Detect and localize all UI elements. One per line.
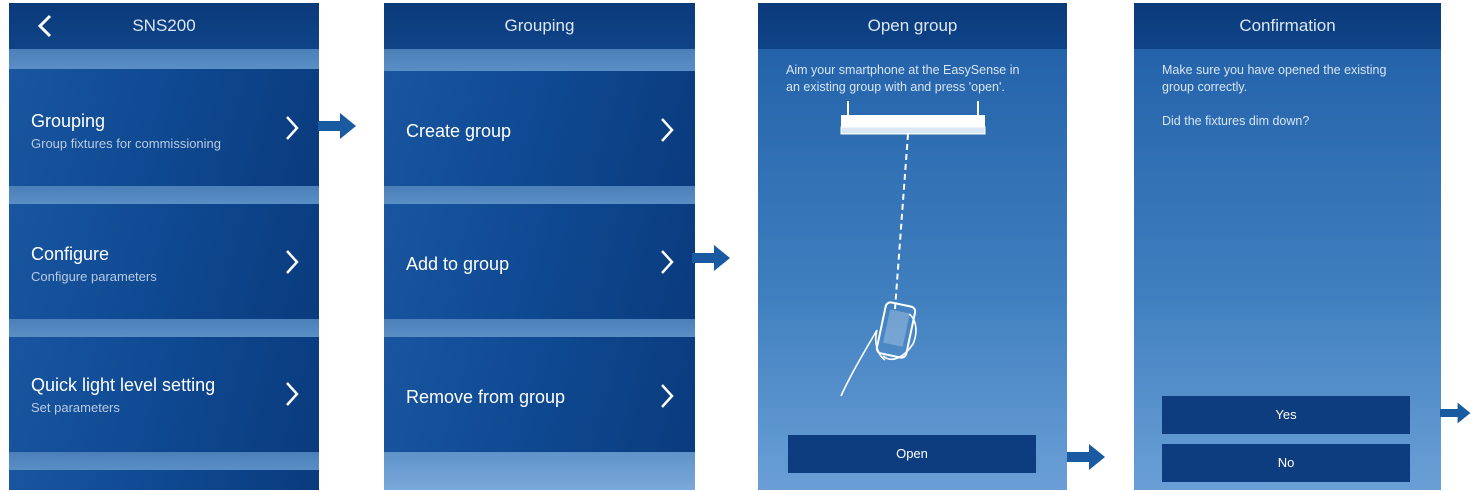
spacer bbox=[9, 186, 319, 204]
menu-item-grouping[interactable]: Grouping Group fixtures for commissionin… bbox=[9, 69, 319, 186]
chevron-right-icon bbox=[286, 116, 299, 140]
menu-item-remove-from-group[interactable]: Remove from group bbox=[384, 337, 695, 452]
yes-button[interactable]: Yes bbox=[1162, 396, 1410, 434]
flow-arrow-icon bbox=[318, 113, 356, 139]
screen-sns200: SNS200 Grouping Group fixtures for commi… bbox=[9, 3, 319, 490]
spacer bbox=[9, 319, 319, 337]
chevron-right-icon bbox=[286, 382, 299, 406]
chevron-right-icon bbox=[286, 250, 299, 274]
header-bar: SNS200 bbox=[9, 3, 319, 49]
menu-item-create-group[interactable]: Create group bbox=[384, 71, 695, 186]
flow-arrow-icon bbox=[692, 245, 730, 271]
menu-item-title: Configure bbox=[31, 244, 110, 264]
chevron-right-icon bbox=[661, 118, 674, 142]
header-bar: Grouping bbox=[384, 3, 695, 49]
spacer bbox=[384, 49, 695, 71]
header-bar: Confirmation bbox=[1134, 3, 1441, 49]
menu-item-quick-light-level[interactable]: Quick light level setting Set parameters bbox=[9, 337, 319, 452]
screen-open-group: Open group Aim your smartphone at the Ea… bbox=[758, 3, 1067, 490]
hand-smartphone-icon bbox=[840, 134, 917, 397]
menu-item-subtitle: Set parameters bbox=[31, 400, 120, 415]
menu-item-title: Grouping bbox=[31, 111, 106, 131]
no-button[interactable]: No bbox=[1162, 444, 1410, 482]
page-title: Open group bbox=[867, 16, 958, 35]
page-title: Grouping bbox=[504, 16, 575, 35]
spacer bbox=[384, 186, 695, 204]
menu-item-title: Quick light level setting bbox=[31, 375, 216, 395]
menu-item-title: Remove from group bbox=[406, 387, 566, 407]
screen-grouping: Grouping Create group Add to group Remov… bbox=[384, 3, 695, 490]
menu-item-subtitle: Configure parameters bbox=[31, 269, 157, 284]
question-text: Did the fixtures dim down? bbox=[1162, 114, 1310, 128]
menu-item-subtitle: Group fixtures for commissioning bbox=[31, 136, 222, 151]
instruction-text: Aim your smartphone at the EasySense in … bbox=[786, 63, 1020, 94]
menu-item-configure[interactable]: Configure Configure parameters bbox=[9, 204, 319, 319]
content-area: Make sure you have opened the existing g… bbox=[1134, 49, 1441, 490]
spacer bbox=[9, 49, 319, 69]
menu-item-partial bbox=[9, 470, 319, 490]
page-title: SNS200 bbox=[132, 16, 196, 35]
chevron-right-icon bbox=[661, 250, 674, 274]
header-bar: Open group bbox=[758, 3, 1067, 49]
open-button[interactable]: Open bbox=[788, 435, 1036, 473]
flow-arrow-icon bbox=[1440, 402, 1471, 424]
menu-item-add-to-group[interactable]: Add to group bbox=[384, 204, 695, 319]
flow-arrow-icon bbox=[1067, 444, 1105, 470]
page-title: Confirmation bbox=[1239, 16, 1336, 35]
content-area: Aim your smartphone at the EasySense in … bbox=[758, 49, 1067, 490]
confirmation-text: Make sure you have opened the existing g… bbox=[1162, 63, 1387, 94]
chevron-right-icon bbox=[661, 384, 674, 408]
screen-confirmation: Confirmation Make sure you have opened t… bbox=[1134, 3, 1441, 490]
spacer bbox=[384, 452, 695, 490]
spacer bbox=[9, 452, 319, 470]
menu-item-title: Add to group bbox=[406, 254, 510, 274]
spacer bbox=[384, 319, 695, 337]
menu-item-title: Create group bbox=[406, 121, 512, 141]
